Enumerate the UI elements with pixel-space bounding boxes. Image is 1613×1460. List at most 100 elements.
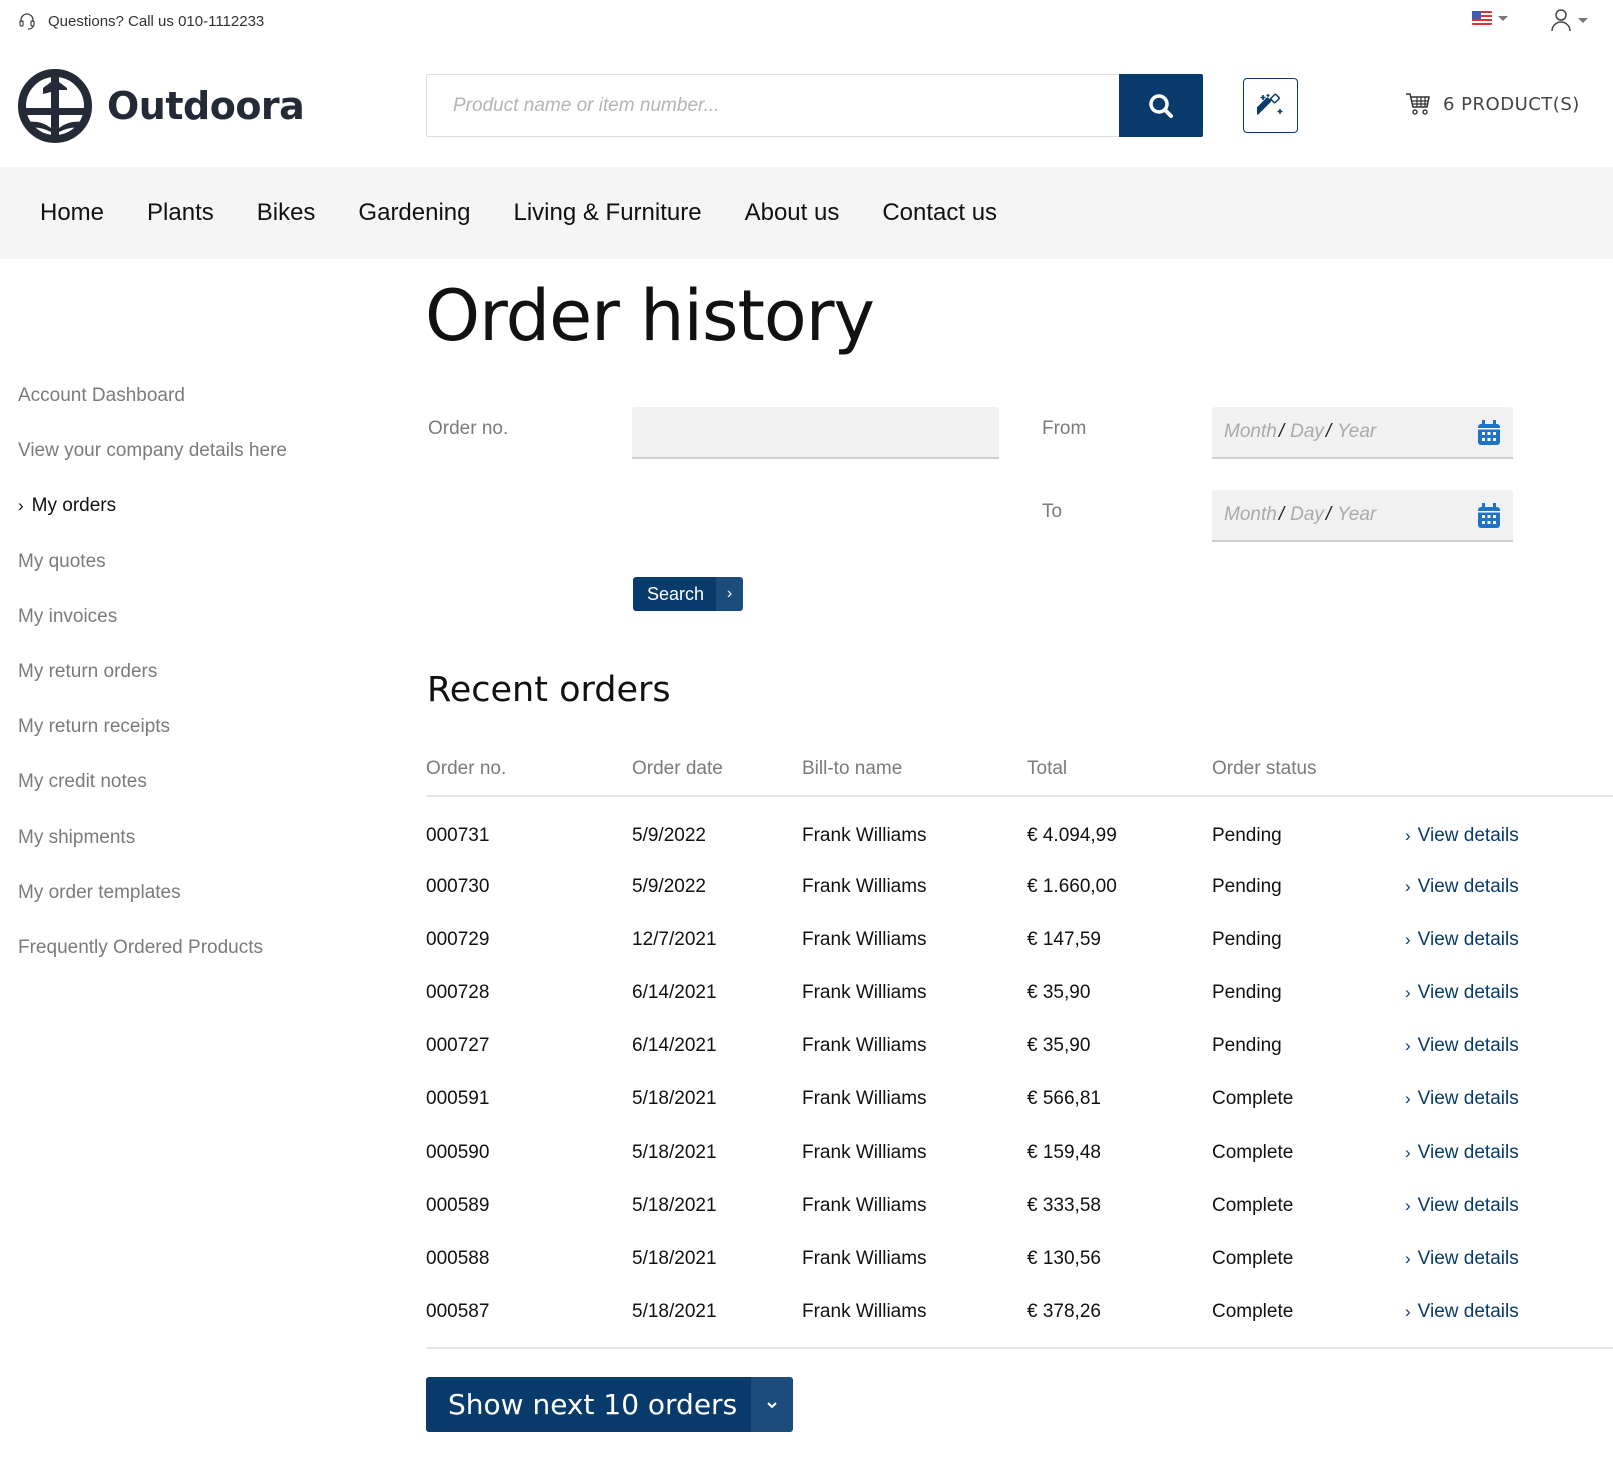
view-details-link[interactable]: View details [1405, 1035, 1519, 1056]
from-date-input[interactable]: Month / Day / Year [1212, 407, 1513, 459]
actions-cell: View details [1405, 1285, 1613, 1349]
order-status: Pending [1212, 928, 1282, 950]
search-orders-button[interactable]: Search › [633, 577, 744, 611]
search-button-label: Search [633, 577, 717, 611]
actions-cell: View details [1405, 860, 1613, 913]
bill-to-name: Frank Williams [802, 1194, 927, 1216]
order-number: 000730 [426, 875, 490, 897]
view-details-link[interactable]: View details [1405, 1248, 1519, 1269]
order-date: 5/9/2022 [632, 875, 706, 897]
nav-item-bikes[interactable]: Bikes [257, 199, 316, 227]
table-row: 000591 5/18/2021 Frank Williams € 566,81 Com… [426, 1073, 1613, 1126]
bill-to-name: Frank Williams [802, 824, 927, 846]
order-date: 5/9/2022 [632, 824, 706, 846]
table-row: 000587 5/18/2021 Frank Williams € 378,26 Com… [426, 1285, 1613, 1349]
sidebar-item-my-order-templates[interactable]: My order templates [18, 882, 388, 937]
order-total: € 566,81 [1027, 1088, 1101, 1110]
month-placeholder: Month [1224, 504, 1277, 525]
sidebar-item-account-dashboard[interactable]: Account Dashboard [18, 385, 388, 440]
account-menu[interactable] [1550, 8, 1588, 32]
order-no-input[interactable] [632, 407, 999, 459]
sidebar-item-my-return-receipts[interactable]: My return receipts [18, 716, 388, 771]
sidebar-item-my-credit-notes[interactable]: My credit notes [18, 771, 388, 826]
order-number: 000591 [426, 1088, 490, 1110]
sidebar-item-my-return-orders[interactable]: My return orders [18, 661, 388, 716]
sidebar-item-my-shipments[interactable]: My shipments [18, 827, 388, 882]
show-next-orders-button[interactable]: Show next 10 orders [426, 1377, 794, 1432]
view-details-link[interactable]: View details [1405, 1301, 1519, 1322]
main-navigation: Home Plants Bikes Gardening Living & Fur… [0, 167, 1613, 259]
top-bar: Questions? Call us 010-1112233 [0, 0, 1613, 44]
chevron-right-icon: › [716, 577, 744, 611]
calendar-icon[interactable] [1477, 503, 1501, 529]
order-date: 5/18/2021 [632, 1247, 717, 1269]
view-details-link[interactable]: View details [1405, 982, 1519, 1003]
table-row: 000728 6/14/2021 Frank Williams € 35,90 Pend… [426, 966, 1613, 1019]
order-status: Pending [1212, 981, 1282, 1003]
user-icon [1551, 9, 1571, 32]
sidebar-item-company-details[interactable]: View your company details here [18, 440, 388, 495]
sidebar-item-my-quotes[interactable]: My quotes [18, 551, 388, 606]
us-flag-icon [1472, 11, 1492, 25]
contact-info: Questions? Call us 010-1112233 [18, 12, 264, 30]
actions-cell: View details [1405, 1126, 1613, 1179]
nav-item-home[interactable]: Home [40, 199, 104, 227]
order-status: Complete [1212, 1141, 1294, 1163]
order-date: 5/18/2021 [632, 1141, 717, 1163]
order-total: € 130,56 [1027, 1247, 1101, 1269]
nav-item-plants[interactable]: Plants [147, 199, 214, 227]
cart-summary[interactable]: 6 PRODUCT(S) [1405, 92, 1580, 116]
sidebar-item-frequently-ordered[interactable]: Frequently Ordered Products [18, 937, 388, 992]
table-header-row: Order no. Order date Bill-to name Total … [426, 750, 1613, 797]
logo[interactable]: Outdoora [17, 68, 305, 144]
view-details-link[interactable]: View details [1405, 876, 1519, 897]
date-separator: / [1325, 421, 1332, 442]
language-selector[interactable] [1472, 11, 1508, 25]
order-status: Complete [1212, 1194, 1294, 1216]
order-no-label: Order no. [428, 418, 509, 439]
nav-item-about-us[interactable]: About us [745, 199, 840, 227]
nav-item-living-furniture[interactable]: Living & Furniture [514, 199, 702, 227]
view-details-link[interactable]: View details [1405, 929, 1519, 950]
view-details-link[interactable]: View details [1405, 1088, 1519, 1109]
column-header-actions [1405, 750, 1613, 797]
view-details-link[interactable]: View details [1405, 1142, 1519, 1163]
bill-to-name: Frank Williams [802, 928, 927, 950]
page-title: Order history [425, 275, 875, 357]
to-date-input[interactable]: Month / Day / Year [1212, 490, 1513, 542]
view-details-link[interactable]: View details [1405, 825, 1519, 846]
order-total: € 159,48 [1027, 1141, 1101, 1163]
product-search [426, 74, 1203, 137]
view-details-link[interactable]: View details [1405, 1195, 1519, 1216]
bill-to-name: Frank Williams [802, 1247, 927, 1269]
search-button[interactable] [1119, 74, 1203, 137]
bill-to-name: Frank Williams [802, 1285, 1027, 1349]
show-next-label: Show next 10 orders [426, 1377, 752, 1432]
orders-table: Order no. Order date Bill-to name Total … [426, 750, 1613, 1349]
bill-to-name: Frank Williams [802, 1141, 927, 1163]
chevron-down-icon [1498, 15, 1508, 21]
sidebar-item-my-invoices[interactable]: My invoices [18, 606, 388, 661]
calendar-icon[interactable] [1477, 420, 1501, 446]
table-row: 000588 5/18/2021 Frank Williams € 130,56 Com… [426, 1232, 1613, 1285]
column-header-order-no: Order no. [426, 750, 632, 797]
order-total: € 35,90 [1027, 981, 1091, 1003]
search-input[interactable] [426, 74, 1119, 137]
headset-icon [19, 13, 35, 30]
column-header-order-date: Order date [632, 750, 802, 797]
actions-cell: View details [1405, 913, 1613, 966]
table-row: 000727 6/14/2021 Frank Williams € 35,90 Pend… [426, 1020, 1613, 1073]
from-label: From [1042, 418, 1087, 439]
recent-orders-title: Recent orders [427, 670, 671, 710]
order-total: € 333,58 [1027, 1194, 1101, 1216]
nav-item-gardening[interactable]: Gardening [358, 199, 470, 227]
order-status: Complete [1212, 1088, 1294, 1110]
to-label: To [1042, 501, 1063, 522]
bill-to-name: Frank Williams [802, 1035, 927, 1057]
sidebar-item-my-orders[interactable]: My orders [18, 495, 388, 550]
quick-order-button[interactable] [1243, 78, 1298, 133]
order-number: 000587 [426, 1285, 632, 1349]
nav-item-contact-us[interactable]: Contact us [882, 199, 997, 227]
brand-name: Outdoora [107, 84, 305, 128]
order-total: € 378,26 [1027, 1285, 1212, 1349]
